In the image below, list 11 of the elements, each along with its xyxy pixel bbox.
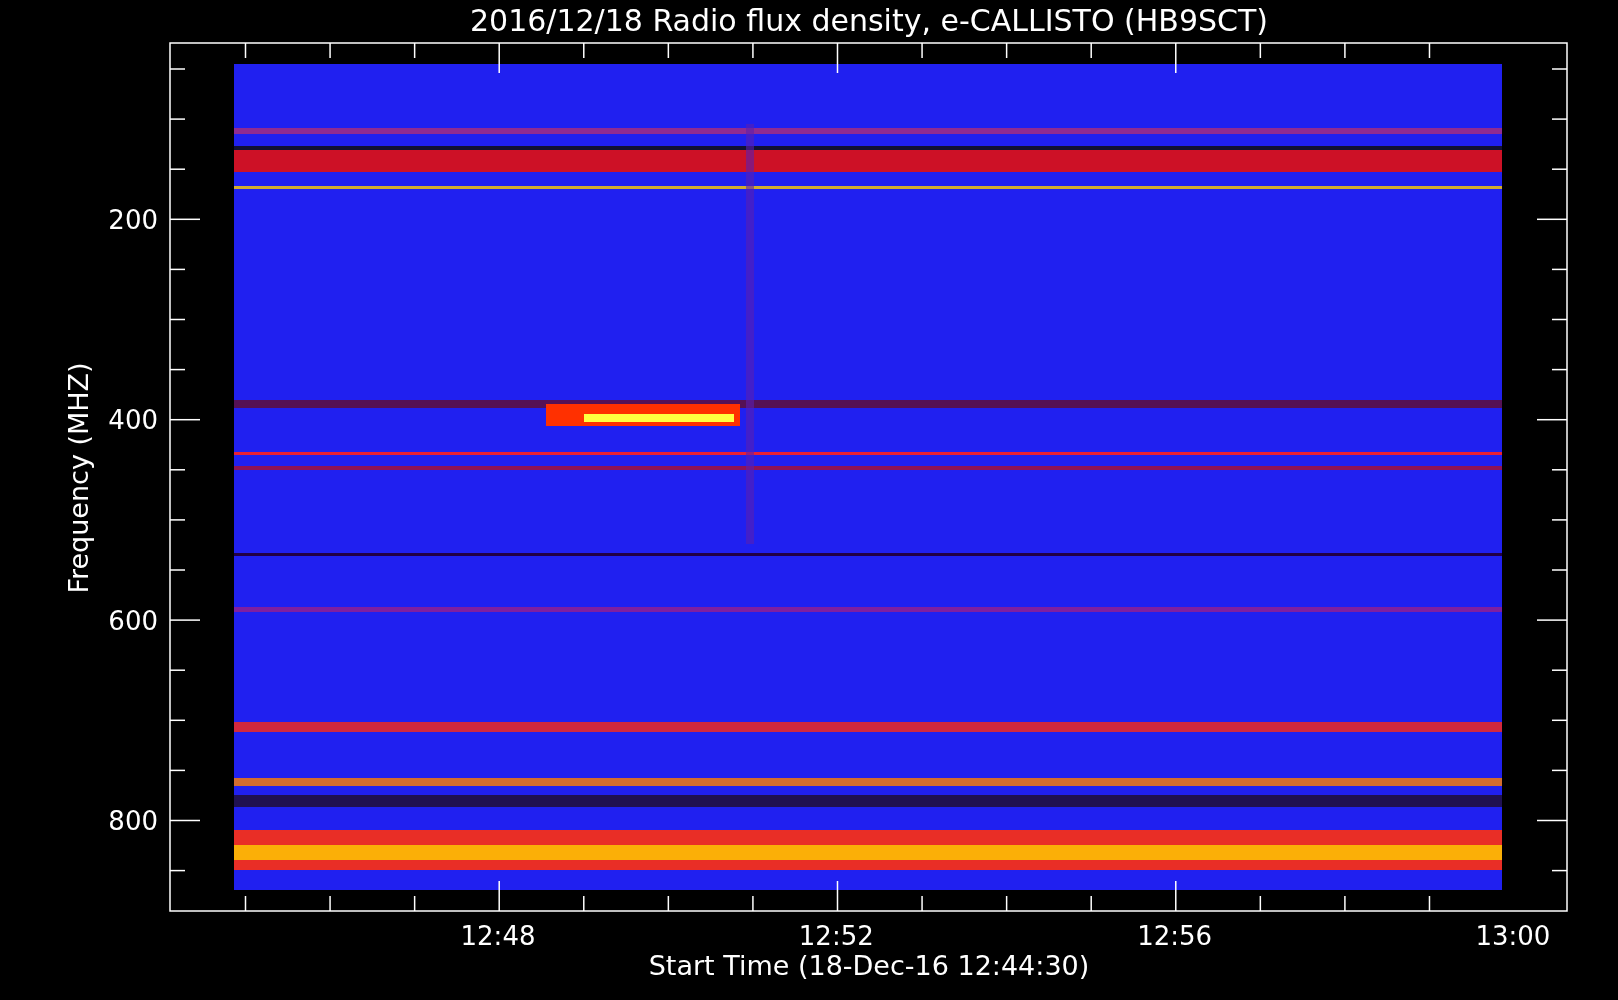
- tick-label: 13:00: [1475, 921, 1551, 951]
- axis-label: Frequency (MHZ): [63, 362, 94, 594]
- tick-label: 12:52: [798, 921, 874, 951]
- chart-title: 2016/12/18 Radio flux density, e-CALLISTO (HB9SCT): [470, 3, 1268, 38]
- tick-label: 600: [108, 605, 158, 636]
- tick-label: 12:56: [1137, 921, 1213, 951]
- axis-label: Start Time (18-Dec-16 12:44:30): [648, 950, 1090, 981]
- tick-label: 12:48: [460, 921, 536, 951]
- tick-label: 400: [108, 405, 158, 436]
- tick-label: 200: [108, 205, 158, 235]
- tick-label: 800: [108, 805, 158, 836]
